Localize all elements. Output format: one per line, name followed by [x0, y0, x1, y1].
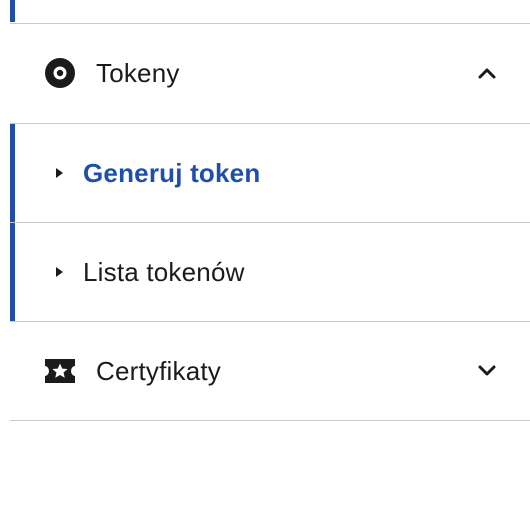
star-ticket-icon	[42, 353, 78, 389]
disc-icon	[42, 55, 78, 91]
active-indicator-previous	[10, 0, 15, 22]
nav-item-label: Generuj token	[83, 157, 261, 188]
divider	[10, 420, 530, 421]
nav-section-label: Tokeny	[96, 57, 180, 88]
chevron-up-icon[interactable]	[476, 62, 498, 84]
nav-item-lista-tokenow[interactable]: Lista tokenów	[10, 223, 530, 321]
nav-item-label: Lista tokenów	[83, 256, 245, 287]
caret-right-icon	[56, 267, 63, 277]
caret-right-icon	[56, 168, 63, 178]
chevron-down-icon[interactable]	[476, 360, 498, 382]
nav-section-certyfikaty[interactable]: Certyfikaty	[10, 322, 530, 420]
nav-section-tokeny[interactable]: Tokeny	[10, 24, 530, 122]
nav-item-generuj-token[interactable]: Generuj token	[10, 124, 530, 222]
nav-section-label: Certyfikaty	[96, 355, 222, 386]
